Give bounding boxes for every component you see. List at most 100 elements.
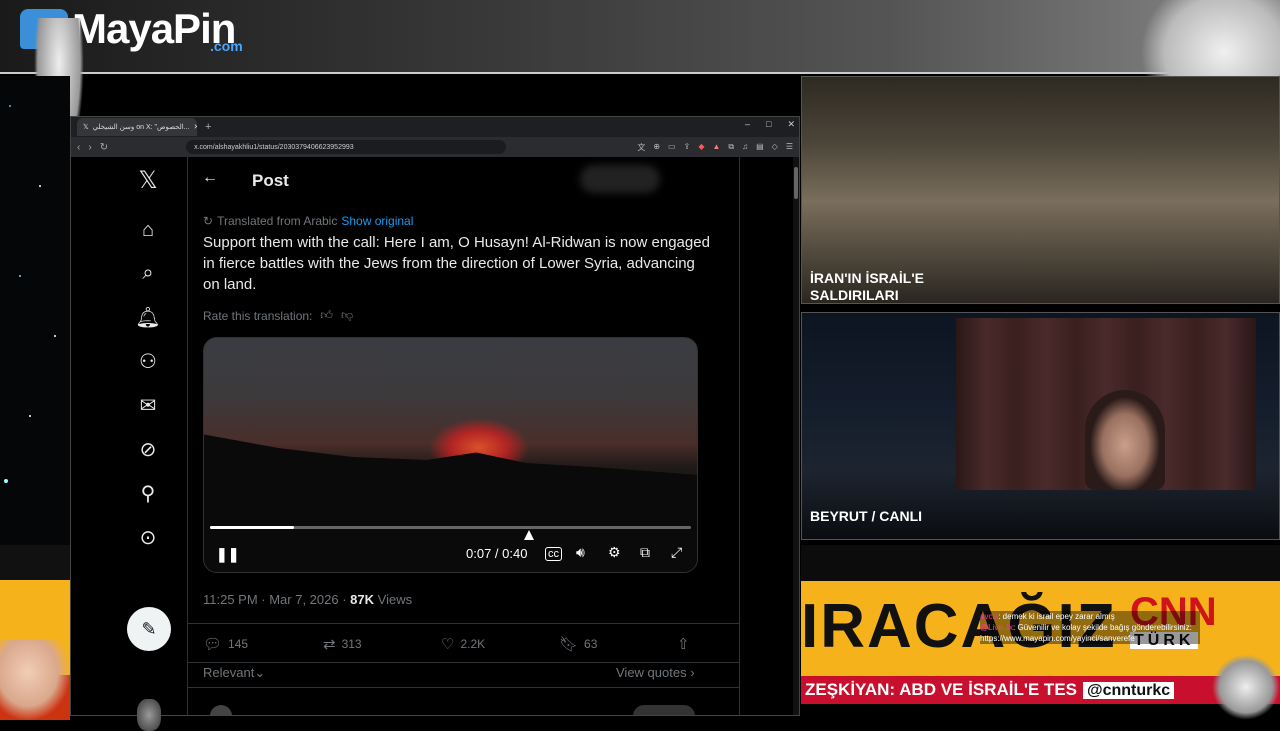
new-tab-button[interactable]: + [205, 121, 211, 133]
rewards-icon[interactable]: ▲ [712, 142, 720, 153]
window-controls: – □ ✕ [745, 119, 795, 130]
media-icon[interactable]: ♫ [742, 142, 748, 153]
reply-submit-button[interactable] [633, 705, 695, 715]
x-logo-icon: 𝕏 [83, 124, 89, 131]
picture-in-picture-icon[interactable]: ⧉ [640, 544, 650, 561]
news-top-strip [801, 545, 1280, 581]
translate-icon[interactable]: 文 [637, 142, 645, 153]
video-controls: ❚❚ 0:07 / 0:40 cc 🔊︎ ⚙ ⧉ ⤢ [204, 544, 697, 566]
chat-user: @Live.Jx [980, 623, 1014, 632]
brave-shield-icon[interactable]: ◆ [698, 142, 704, 153]
settings-gear-icon[interactable]: ⚙ [608, 544, 621, 561]
panel1-caption: İRAN'IN İSRAİL'E SALDIRILARI [810, 270, 924, 303]
back-arrow-icon[interactable]: ← [202, 169, 218, 187]
streamer-webcam [1085, 390, 1165, 490]
video-player[interactable]: ❚❚ 0:07 / 0:40 cc 🔊︎ ⚙ ⧉ ⤢ [203, 337, 698, 573]
reply-button[interactable]: 💬︎ 145 [203, 635, 248, 653]
tab-bar: 𝕏 وسن الشيخلي on X: "الحصوص... ✕ + – □ ✕ [71, 117, 799, 137]
bookmark-count: 63 [584, 637, 598, 651]
chat-text: : Güvenilir ve kolay şekilde bağış gönde… [1013, 623, 1192, 632]
forward-arrow-icon[interactable]: › [88, 142, 91, 153]
reply-avatar[interactable] [210, 705, 232, 715]
home-icon[interactable]: ⌂ [135, 217, 161, 243]
sort-replies-dropdown[interactable]: Relevant⌄ [203, 665, 265, 681]
follow-icon[interactable]: ⚇ [135, 348, 161, 374]
view-quotes-label: View quotes [616, 665, 687, 680]
video-progress-bar[interactable] [210, 526, 691, 529]
reply-count: 145 [228, 637, 249, 651]
x-home-logo-icon[interactable]: 𝕏 [135, 167, 161, 194]
maximize-button[interactable]: □ [766, 119, 771, 130]
video-time: 0:07 / 0:40 [466, 546, 528, 561]
column-divider [739, 157, 740, 715]
share-icon[interactable]: ⇪ [684, 142, 691, 153]
divider [188, 687, 739, 688]
search-icon[interactable]: ⌕ [135, 260, 161, 286]
ticker-handle: @cnnturkc [1083, 682, 1175, 699]
thumbs-up-icon[interactable]: 👍︎ [320, 308, 333, 323]
fullscreen-icon[interactable]: ⤢ [671, 544, 682, 561]
cat-image-bottom-right [1212, 654, 1280, 720]
translate-icon: ↻ [203, 214, 214, 228]
scrollbar[interactable] [793, 157, 799, 715]
pause-icon[interactable]: ❚❚ [216, 546, 239, 563]
thumbs-down-icon[interactable]: 👎︎ [341, 308, 353, 323]
post-timestamp[interactable]: 11:25 PM · Mar 7, 2026 · [203, 592, 350, 607]
tab-title: وسن الشيخلي on X: "الحصوص... [92, 124, 190, 131]
repost-button[interactable]: ⇄ 313 [323, 635, 362, 653]
scrollbar-thumb[interactable] [794, 167, 798, 199]
show-original-link[interactable]: Show original [341, 214, 413, 228]
browser-tab[interactable]: 𝕏 وسن الشيخلي on X: "الحصوص... ✕ [77, 118, 197, 136]
cast-icon[interactable]: ▭ [668, 142, 676, 153]
like-button[interactable]: ♡ 2.2K [441, 635, 485, 653]
chevron-down-icon: ⌄ [254, 665, 266, 680]
rate-translation-label: Rate this translation: [203, 308, 313, 323]
notifications-bell-icon[interactable]: 🔔︎ [135, 304, 161, 330]
url-field[interactable]: x.com/alshayakhliu1/status/2030379406623… [186, 140, 507, 154]
translated-from: Translated from Arabic [217, 214, 338, 228]
captions-icon[interactable]: cc [545, 547, 562, 561]
share-button[interactable]: ⇧ [677, 635, 690, 653]
x-sidebar-nav: 𝕏 ⌂ ⌕ 🔔︎ ⚇ ✉ ⊘ ⚲ ⊙ ✎ [71, 157, 187, 731]
more-icon[interactable]: ⊙ [135, 524, 161, 550]
reload-icon[interactable]: ↻ [100, 142, 108, 153]
blurred-header-element [580, 165, 660, 193]
close-tab-icon[interactable]: ✕ [194, 123, 197, 131]
grok-icon[interactable]: ⊘ [135, 436, 161, 462]
chat-text: https://www.mayapin.com/yayinci/sanveref… [980, 634, 1135, 643]
zoom-icon[interactable]: ⊕ [653, 142, 660, 153]
chat-line: avcis: demek ki israil epey zarar almış [980, 611, 1200, 622]
caption-city: BEYRUT [810, 508, 868, 524]
view-quotes-link[interactable]: View quotes › [616, 665, 695, 680]
post-meta: 11:25 PM · Mar 7, 2026 · 87K Views [203, 592, 412, 607]
account-avatar[interactable] [137, 699, 161, 731]
wallet-icon[interactable]: ◇ [772, 142, 778, 153]
chat-line: @Live.Jx: Güvenilir ve kolay şekilde bağ… [980, 622, 1200, 633]
heart-icon: ♡ [441, 636, 455, 653]
messages-envelope-icon[interactable]: ✉ [135, 392, 161, 418]
back-arrow-icon[interactable]: ‹ [77, 142, 80, 153]
close-window-button[interactable]: ✕ [787, 119, 795, 130]
repost-count: 313 [341, 637, 362, 651]
bookmark-icon: 🔖︎ [559, 636, 579, 653]
chevron-right-icon: › [690, 665, 695, 680]
profile-icon[interactable]: ⚲ [135, 480, 161, 506]
post-detail-column: ← Post ↻ Translated from Arabic Show ori… [188, 157, 739, 715]
share-icon: ⇧ [677, 636, 690, 653]
night-lights [4, 105, 56, 483]
extension-icon[interactable]: ⧉ [728, 142, 734, 153]
menu-icon[interactable]: ☰ [786, 142, 793, 153]
minimize-button[interactable]: – [745, 119, 750, 130]
page-title: Post [252, 171, 289, 190]
rate-translation: Rate this translation: 👍︎ 👎︎ [203, 308, 353, 323]
compose-post-button[interactable]: ✎ [127, 607, 171, 651]
divider [188, 623, 739, 624]
post-actions: 💬︎ 145 ⇄ 313 ♡ 2.2K 🔖︎ 63 ⇧ [203, 635, 703, 655]
ticker-text: ZEŞKİYAN: ABD VE İSRAİL'E TES [805, 680, 1077, 699]
volume-icon[interactable]: 🔊︎ [576, 544, 585, 561]
sidebar-icon[interactable]: ▤ [756, 142, 764, 153]
bookmark-button[interactable]: 🔖︎ 63 [559, 635, 597, 653]
repost-icon: ⇄ [323, 636, 336, 653]
panel2-caption: BEYRUT / CANLI [810, 508, 923, 524]
url-text: x.com/alshayakhliu1/status/2030379406623… [194, 143, 354, 151]
